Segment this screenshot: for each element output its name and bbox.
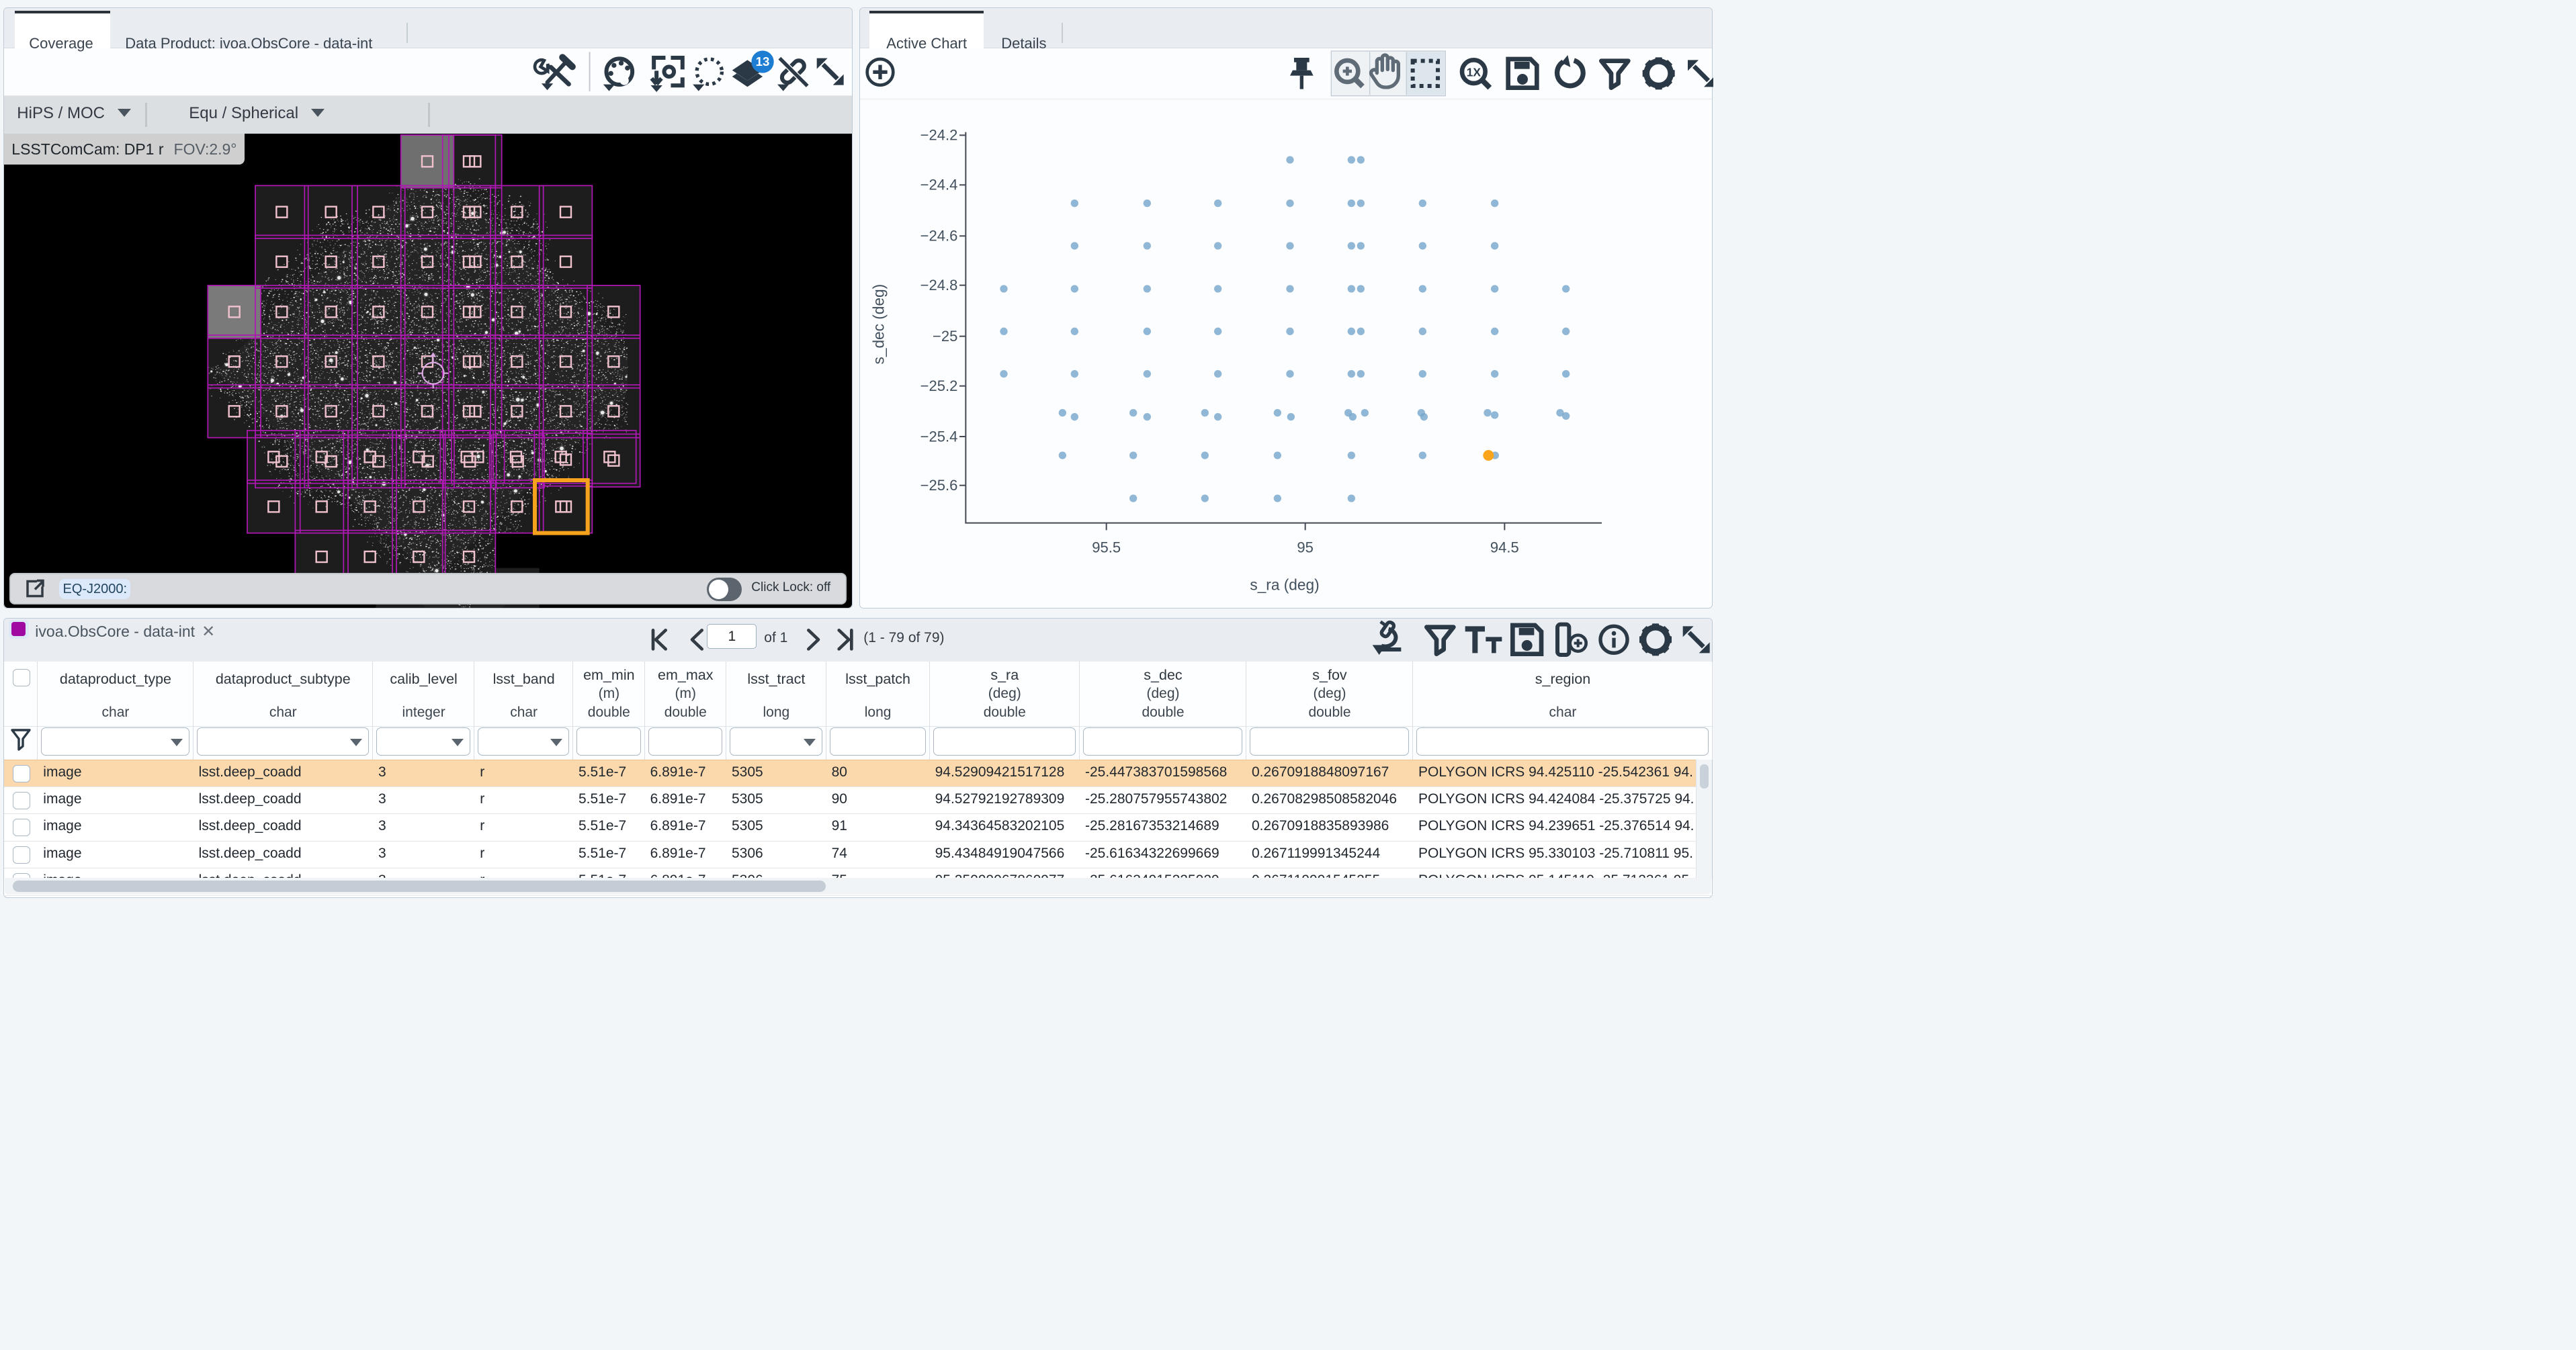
svg-text:−24.4: −24.4 bbox=[920, 176, 958, 193]
svg-text:−25.2: −25.2 bbox=[920, 377, 958, 394]
svg-text:s_ra (deg): s_ra (deg) bbox=[1250, 576, 1320, 593]
svg-text:−25: −25 bbox=[933, 328, 957, 345]
svg-text:−24.8: −24.8 bbox=[920, 277, 958, 294]
svg-text:95: 95 bbox=[1297, 539, 1314, 555]
svg-text:−25.6: −25.6 bbox=[920, 477, 958, 494]
svg-text:95.5: 95.5 bbox=[1092, 539, 1121, 555]
svg-text:94.5: 94.5 bbox=[1490, 539, 1519, 555]
svg-text:13: 13 bbox=[756, 54, 770, 69]
svg-text:1X: 1X bbox=[1467, 65, 1482, 79]
svg-text:−25.4: −25.4 bbox=[920, 428, 958, 445]
svg-text:s_dec (deg): s_dec (deg) bbox=[870, 284, 888, 365]
svg-text:−24.2: −24.2 bbox=[920, 126, 958, 143]
svg-text:−24.6: −24.6 bbox=[920, 227, 958, 244]
